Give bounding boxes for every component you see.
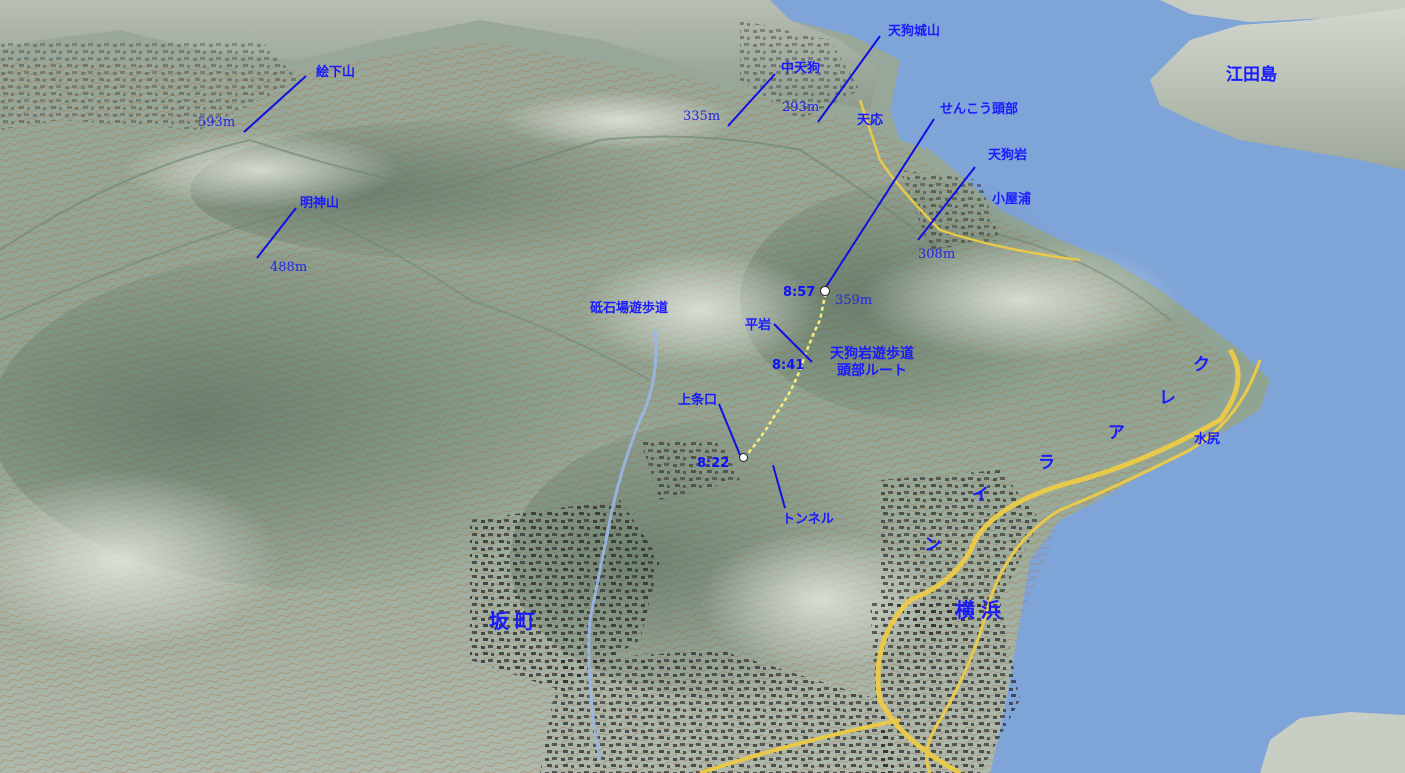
label-sakamachi: 坂町 (489, 609, 541, 633)
route-name-line1: 天狗岩遊歩道 (830, 346, 914, 362)
kure-line-char: イ (972, 485, 989, 505)
kure-line-char: ア (1108, 423, 1125, 443)
summit-marker[interactable]: circle-marker-icon (820, 286, 830, 296)
elev-ekashitayama: 593m (198, 115, 236, 130)
elev-summit: 359m (835, 293, 873, 308)
label-ekashitayama: 絵下山 (316, 65, 356, 80)
label-toishiba-trail: 砥石場遊歩道 (590, 301, 669, 316)
label-tengujoyama: 天狗城山 (888, 24, 941, 39)
elev-nakatengu: 335m (683, 109, 721, 124)
elev-myojinsan: 488m (270, 260, 308, 275)
route-name: 天狗岩遊歩道 頭部ルート (830, 346, 914, 380)
label-tunnel: トンネル (782, 512, 834, 527)
label-senko-head: せんこう頭部 (940, 102, 1019, 117)
label-myojinsan: 明神山 (300, 196, 340, 211)
label-tenno: 天応 (857, 113, 884, 128)
label-hiraiwa: 平岩 (745, 318, 772, 333)
kure-line-char: ク (1193, 355, 1210, 375)
map-view[interactable]: circle-marker-icon circle-marker-icon 絵下… (0, 0, 1405, 773)
label-mizushiri: 水尻 (1194, 432, 1221, 447)
label-koyaura: 小屋浦 (992, 192, 1032, 207)
kure-line-char: ン (924, 535, 941, 555)
kure-line-char: レ (1159, 388, 1176, 408)
time-hiraiwa: 8:41 (772, 358, 805, 373)
kure-line-char: ラ (1038, 453, 1055, 473)
label-kamijoguchi: 上条口 (678, 393, 718, 408)
time-summit: 8:57 (783, 285, 816, 300)
label-etajima: 江田島 (1226, 65, 1277, 85)
elev-tengujoyama: 293m (782, 100, 820, 115)
elev-tenguiwa: 308m (918, 247, 956, 262)
route-name-line2: 頭部ルート (837, 363, 907, 379)
time-start: 8:22 (697, 456, 730, 471)
label-yokohama: 横浜 (955, 598, 1007, 622)
label-tenguiwa: 天狗岩 (988, 148, 1028, 163)
label-nakatengu: 中天狗 (781, 61, 821, 76)
trailhead-marker[interactable]: circle-marker-icon (739, 453, 748, 462)
